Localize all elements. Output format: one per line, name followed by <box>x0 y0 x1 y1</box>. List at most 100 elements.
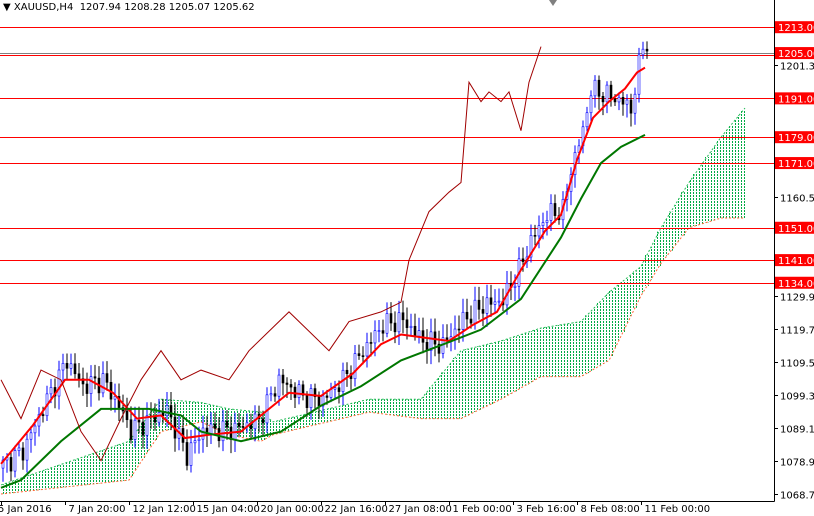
candle-body <box>261 418 265 424</box>
candle-body <box>549 203 553 221</box>
cloud-segment <box>617 284 621 341</box>
level-price-label: 1205.00 <box>778 49 814 60</box>
cloud-segment <box>105 448 109 483</box>
cloud-segment <box>337 406 341 420</box>
cloud-segment <box>741 110 745 219</box>
cloud-segment <box>597 302 601 367</box>
candle-body <box>533 235 537 237</box>
cloud-segment <box>57 465 61 488</box>
cloud-segment <box>665 218 669 256</box>
time-tick-label: 22 Jan 16:00 <box>325 504 388 515</box>
cloud-segment <box>569 323 573 377</box>
candle-body <box>617 96 621 103</box>
cloud-segment <box>189 401 193 425</box>
candle-body <box>409 325 413 328</box>
candle-body <box>13 450 17 472</box>
price-chart[interactable]: 1201.30 1160.50 1129.90 1119.70 1109.50 1099.… <box>0 0 814 516</box>
cloud-segment <box>709 151 713 222</box>
candle-body <box>601 96 605 103</box>
cloud-segment <box>429 387 433 419</box>
cloud-segment <box>377 399 381 414</box>
cloud-segment <box>361 400 365 414</box>
cloud-segment <box>513 336 517 392</box>
cloud-segment <box>41 470 45 490</box>
cloud-segment <box>117 444 121 482</box>
shift-marker-icon[interactable] <box>549 0 557 6</box>
cloud-segment <box>601 298 605 364</box>
cloud-segment <box>593 307 597 369</box>
candle-body <box>477 299 481 310</box>
candle-body <box>69 363 73 369</box>
cloud-segment <box>537 328 541 378</box>
cloud-segment <box>25 476 29 492</box>
candle-body <box>337 387 341 392</box>
cloud-segment <box>73 459 77 486</box>
cloud-segment <box>721 134 725 219</box>
price-tick-label: 1089.10 <box>780 425 814 436</box>
candle-body <box>645 48 649 52</box>
cloud-segment <box>633 271 637 308</box>
cloud-segment <box>605 294 609 362</box>
candle-body <box>169 405 173 418</box>
candle-body <box>157 412 161 423</box>
candle-body <box>457 328 461 331</box>
candle-body <box>29 432 33 440</box>
cloud-segment <box>477 346 481 410</box>
symbol-label: XAUUSD,H4 <box>13 2 74 13</box>
cloud-segment <box>733 120 737 219</box>
candle-body <box>49 387 53 395</box>
candle-body <box>625 99 629 105</box>
candle-body <box>105 373 109 383</box>
candle-body <box>17 447 21 451</box>
candle-body <box>465 311 469 320</box>
cloud-segment <box>65 462 69 487</box>
candle-body <box>137 419 141 423</box>
candle-body <box>269 393 273 396</box>
cloud-segment <box>393 399 397 416</box>
cloud-segment <box>685 185 689 231</box>
cloud-segment <box>401 399 405 417</box>
chart-window[interactable]: 1201.30 1160.50 1129.90 1119.70 1109.50 1099.… <box>0 0 814 516</box>
candle-body <box>613 98 617 103</box>
cloud-segment <box>453 357 457 419</box>
cloud-segment <box>137 428 141 465</box>
candle-body <box>289 384 293 388</box>
dropdown-triangle-icon[interactable]: ▼ <box>3 2 14 13</box>
cloud-segment <box>697 168 701 225</box>
candle-body <box>145 415 149 436</box>
level-price-label: 1213.00 <box>778 23 814 34</box>
cloud-segment <box>561 324 565 377</box>
candle-body <box>397 312 401 333</box>
cloud-segment <box>545 327 549 377</box>
candle-body <box>309 388 313 408</box>
cloud-segment <box>93 452 97 484</box>
cloud-segment <box>397 399 401 416</box>
cloud-segment <box>409 399 413 418</box>
candle-body <box>325 395 329 398</box>
candle-body <box>489 297 493 305</box>
candle-body <box>133 419 137 440</box>
candle-body <box>641 48 645 56</box>
candle-body <box>521 258 525 262</box>
cloud-segment <box>325 409 329 423</box>
cloud-segment <box>113 446 117 482</box>
price-tick-label: 1119.70 <box>780 326 814 337</box>
candle-body <box>189 442 193 466</box>
candle-body <box>365 342 369 357</box>
candle-body <box>541 222 545 226</box>
cloud-segment <box>653 239 657 274</box>
candle-body <box>361 355 365 357</box>
cloud-segment <box>61 463 65 488</box>
candle-body <box>285 382 289 385</box>
cloud-segment <box>625 277 629 325</box>
cloud-segment <box>493 342 497 403</box>
candle-body <box>589 95 593 114</box>
candle-body <box>25 438 29 461</box>
cloud-segment <box>437 377 441 419</box>
cloud-segment <box>69 461 73 487</box>
candle-body <box>213 423 217 429</box>
cloud-segment <box>713 145 717 220</box>
cloud-segment <box>357 401 361 415</box>
time-tick-label: 12 Jan 12:00 <box>133 504 196 515</box>
chart-title: ▼ XAUUSD,H4 1207.94 1208.28 1205.07 1205… <box>3 2 255 13</box>
